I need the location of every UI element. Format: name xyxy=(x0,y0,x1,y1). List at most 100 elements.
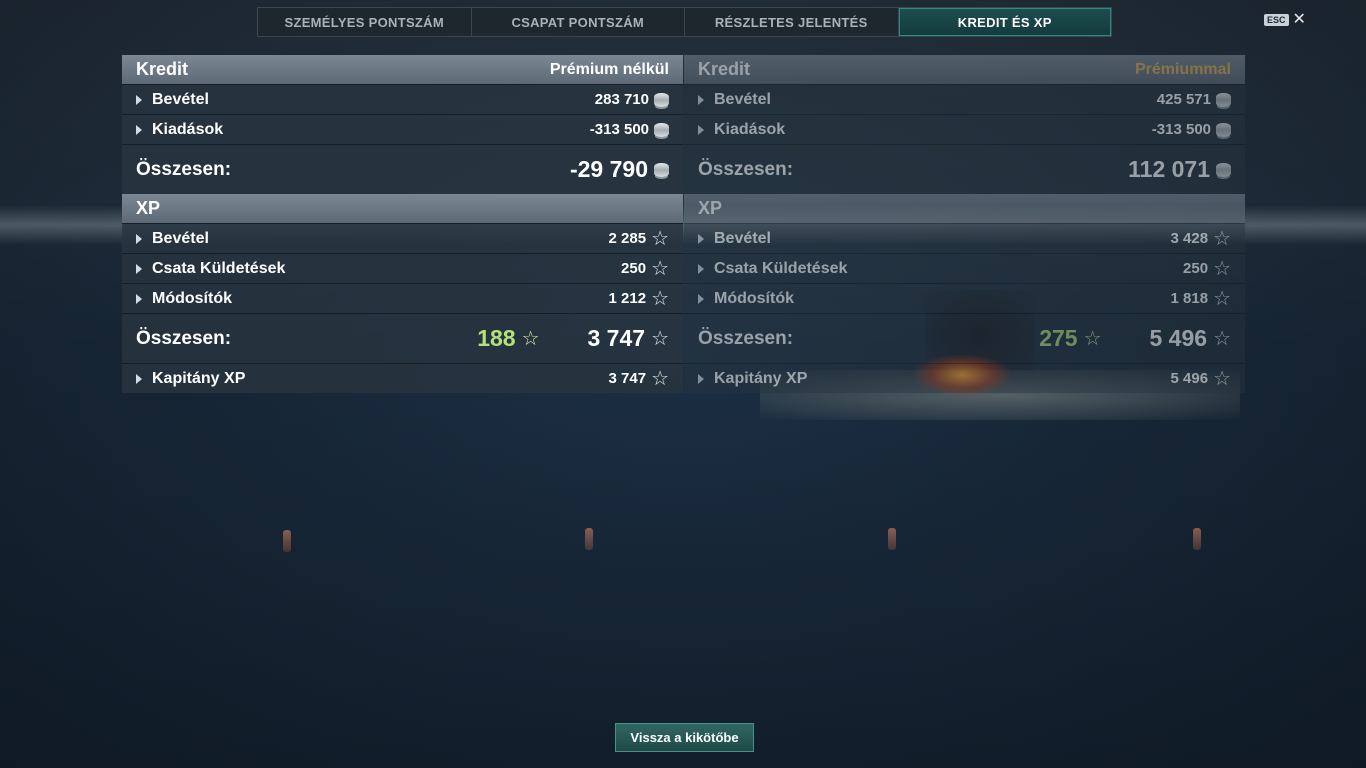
row-label: Bevétel xyxy=(714,90,771,108)
expand-triangle-icon xyxy=(698,293,704,304)
buoy xyxy=(283,530,291,552)
credit-income-row[interactable]: Bevétel 283 710 xyxy=(122,84,683,114)
row-value: 1 212 xyxy=(608,290,647,307)
expand-triangle-icon xyxy=(136,124,142,135)
row-value: 1 818 xyxy=(1170,290,1209,307)
tab-team-score[interactable]: CSAPAT PONTSZÁM xyxy=(472,8,685,36)
expand-triangle-icon xyxy=(698,94,704,105)
xp-title: XP xyxy=(698,198,723,218)
buoy xyxy=(585,528,593,550)
star-icon: ☆ xyxy=(521,327,540,350)
credit-expenses-row[interactable]: Kiadások -313 500 xyxy=(122,114,683,144)
row-value: 250 xyxy=(1183,260,1209,277)
total-value: 3 747 xyxy=(587,325,646,351)
close-button[interactable]: ESC ✕ xyxy=(1264,12,1306,28)
premium-status-label: Prémium nélkül xyxy=(549,60,669,78)
expand-triangle-icon xyxy=(136,233,142,244)
star-icon: ☆ xyxy=(651,327,669,350)
free-xp-value: 188 ☆ xyxy=(477,325,539,352)
total-value: 112 071 xyxy=(1128,156,1210,182)
silver-coin-icon xyxy=(1216,92,1231,107)
free-xp-value: 275 ☆ xyxy=(1039,325,1101,352)
row-label: Bevétel xyxy=(714,229,771,247)
panel-without-premium: Kredit Prémium nélkül Bevétel 283 710 Ki… xyxy=(122,55,683,393)
credit-total-row: Összesen: -29 790 xyxy=(122,144,683,194)
row-value: 3 428 xyxy=(1170,230,1209,247)
row-label: Kapitány XP xyxy=(152,369,246,387)
row-label: Kapitány XP xyxy=(714,369,808,387)
star-icon: ☆ xyxy=(1213,227,1231,250)
xp-total-row: Összesen: 275 ☆ 5 496 ☆ xyxy=(684,313,1245,363)
row-label: Módosítók xyxy=(152,289,232,307)
results-tabs: SZEMÉLYES PONTSZÁM CSAPAT PONTSZÁM RÉSZL… xyxy=(257,7,1112,37)
credit-income-row[interactable]: Bevétel 425 571 xyxy=(684,84,1245,114)
captain-xp-row[interactable]: Kapitány XP 3 747 ☆ xyxy=(122,363,683,393)
row-label: Kiadások xyxy=(152,120,224,138)
xp-income-row[interactable]: Bevétel 2 285 ☆ xyxy=(122,223,683,253)
xp-battle-missions-row[interactable]: Csata Küldetések 250 ☆ xyxy=(122,253,683,283)
xp-income-row[interactable]: Bevétel 3 428 ☆ xyxy=(684,223,1245,253)
row-label: Kiadások xyxy=(714,120,786,138)
star-icon: ☆ xyxy=(1213,257,1231,280)
row-value: 425 571 xyxy=(1156,91,1211,108)
xp-battle-missions-row[interactable]: Csata Küldetések 250 ☆ xyxy=(684,253,1245,283)
close-icon[interactable]: ✕ xyxy=(1293,12,1306,28)
row-value: 3 747 xyxy=(608,370,647,387)
credit-expenses-row[interactable]: Kiadások -313 500 xyxy=(684,114,1245,144)
silver-coin-icon xyxy=(654,122,669,137)
expand-triangle-icon xyxy=(698,124,704,135)
expand-triangle-icon xyxy=(136,263,142,274)
tab-detailed-report[interactable]: RÉSZLETES JELENTÉS xyxy=(685,8,899,36)
total-label: Összesen: xyxy=(698,327,794,349)
tab-personal-score[interactable]: SZEMÉLYES PONTSZÁM xyxy=(258,8,472,36)
star-icon: ☆ xyxy=(1213,367,1231,390)
star-icon: ☆ xyxy=(1083,327,1102,350)
row-value: 2 285 xyxy=(608,230,647,247)
credit-header: Kredit Prémium nélkül xyxy=(122,55,683,84)
credit-header: Kredit Prémiummal xyxy=(684,55,1245,84)
row-label: Bevétel xyxy=(152,229,209,247)
xp-header: XP xyxy=(122,194,683,223)
buoy xyxy=(1193,528,1201,550)
silver-coin-icon xyxy=(654,92,669,107)
row-label: Módosítók xyxy=(714,289,794,307)
back-to-port-button[interactable]: Vissza a kikötőbe xyxy=(615,723,754,752)
bonus-value: 188 xyxy=(477,325,516,351)
row-value: 283 710 xyxy=(594,91,649,108)
row-label: Bevétel xyxy=(152,90,209,108)
bonus-value: 275 xyxy=(1039,325,1078,351)
expand-triangle-icon xyxy=(136,94,142,105)
expand-triangle-icon xyxy=(698,263,704,274)
row-label: Csata Küldetések xyxy=(714,259,848,277)
star-icon: ☆ xyxy=(1213,287,1231,310)
silver-coin-icon xyxy=(654,162,669,177)
total-label: Összesen: xyxy=(136,327,232,349)
credit-title: Kredit xyxy=(136,59,189,79)
star-icon: ☆ xyxy=(651,367,669,390)
expand-triangle-icon xyxy=(136,373,142,384)
premium-status-label: Prémiummal xyxy=(1134,60,1231,78)
row-label: Csata Küldetések xyxy=(152,259,286,277)
credit-title: Kredit xyxy=(698,59,751,79)
esc-key-hint: ESC xyxy=(1264,14,1289,26)
xp-modifiers-row[interactable]: Módosítók 1 818 ☆ xyxy=(684,283,1245,313)
xp-header: XP xyxy=(684,194,1245,223)
row-value: -313 500 xyxy=(589,121,649,138)
expand-triangle-icon xyxy=(136,293,142,304)
total-label: Összesen: xyxy=(698,158,794,180)
captain-xp-row[interactable]: Kapitány XP 5 496 ☆ xyxy=(684,363,1245,393)
star-icon: ☆ xyxy=(651,287,669,310)
star-icon: ☆ xyxy=(1213,327,1231,350)
xp-modifiers-row[interactable]: Módosítók 1 212 ☆ xyxy=(122,283,683,313)
expand-triangle-icon xyxy=(698,373,704,384)
row-value: 250 xyxy=(621,260,647,277)
tab-credits-and-xp[interactable]: KREDIT ÉS XP xyxy=(898,8,1111,36)
panel-with-premium: Kredit Prémiummal Bevétel 425 571 Kiadás… xyxy=(684,55,1245,393)
buoy xyxy=(888,528,896,550)
total-value: -29 790 xyxy=(569,156,648,182)
xp-total-row: Összesen: 188 ☆ 3 747 ☆ xyxy=(122,313,683,363)
star-icon: ☆ xyxy=(651,227,669,250)
total-value: 5 496 xyxy=(1149,325,1208,351)
star-icon: ☆ xyxy=(651,257,669,280)
silver-coin-icon xyxy=(1216,162,1231,177)
